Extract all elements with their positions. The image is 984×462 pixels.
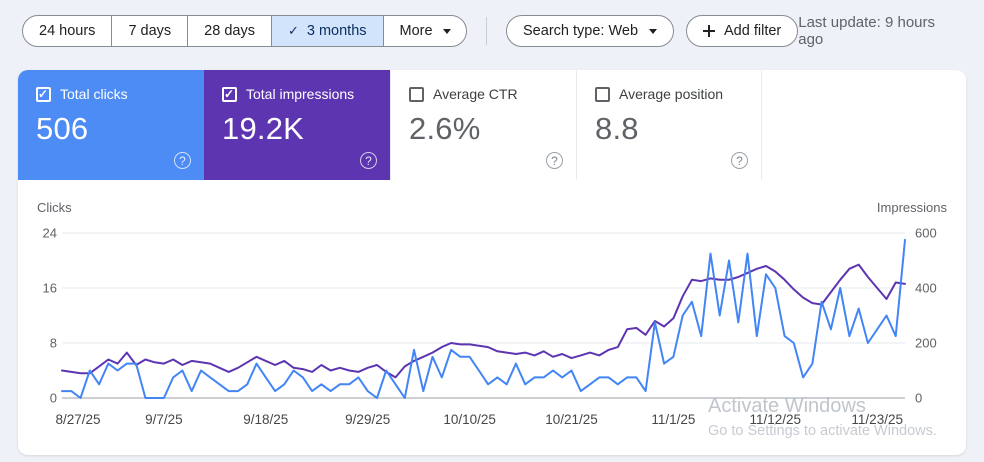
date-range-label: 28 days [204, 23, 255, 39]
svg-text:11/23/25: 11/23/25 [851, 412, 903, 427]
date-range-label: 3 months [306, 23, 367, 39]
metric-tile[interactable]: Total clicks 506 [18, 70, 204, 180]
metric-label: Average CTR [433, 86, 518, 102]
help-icon[interactable] [546, 152, 563, 169]
filter-bar: ✓ 24 hours ✓ 7 days ✓ 28 days ✓ 3 months… [0, 0, 984, 48]
add-filter-label: Add filter [724, 23, 782, 39]
metric-value: 19.2K [222, 111, 305, 146]
date-range-3-months[interactable]: ✓ 3 months [270, 16, 383, 46]
date-range-more-button[interactable]: More [382, 16, 466, 46]
help-icon[interactable] [174, 152, 191, 169]
svg-text:11/12/25: 11/12/25 [750, 412, 802, 427]
help-icon[interactable] [360, 152, 377, 169]
metric-tiles: Total clicks 506 Total impressions 19.2K… [18, 70, 966, 180]
search-type-label: Search type: Web [523, 23, 639, 39]
total-impressions-checkbox[interactable] [222, 86, 237, 102]
metric-label: Total clicks [60, 86, 128, 102]
svg-text:Clicks: Clicks [37, 200, 72, 215]
svg-text:10/21/25: 10/21/25 [545, 412, 598, 427]
date-range-label: 7 days [128, 23, 172, 39]
chevron-down-icon [442, 28, 451, 34]
average-ctr-checkbox[interactable] [409, 86, 424, 102]
svg-text:10/10/25: 10/10/25 [443, 412, 496, 427]
search-type-dropdown[interactable]: Search type: Web [506, 15, 675, 47]
help-icon[interactable] [731, 152, 748, 169]
metric-value: 8.8 [595, 111, 639, 146]
plus-icon [703, 25, 716, 37]
average-position-checkbox[interactable] [595, 86, 610, 102]
metric-tile[interactable]: Average position 8.8 [576, 70, 762, 180]
metric-label: Average position [619, 86, 724, 102]
svg-text:0: 0 [915, 391, 922, 406]
check-icon: ✓ [287, 23, 299, 38]
chevron-down-icon [649, 28, 658, 34]
svg-text:8/27/25: 8/27/25 [55, 412, 100, 427]
svg-text:Impressions: Impressions [877, 200, 948, 215]
add-filter-button[interactable]: Add filter [686, 15, 799, 47]
total-clicks-checkbox[interactable] [36, 86, 51, 102]
svg-text:200: 200 [915, 336, 937, 351]
svg-text:0: 0 [50, 391, 57, 406]
svg-text:9/29/25: 9/29/25 [345, 412, 390, 427]
svg-text:9/7/25: 9/7/25 [145, 412, 183, 427]
metric-tile[interactable]: Total impressions 19.2K [204, 70, 390, 180]
svg-text:400: 400 [915, 281, 937, 296]
metric-value: 506 [36, 111, 89, 146]
toolbar-divider [486, 17, 488, 45]
date-range-selector: ✓ 24 hours ✓ 7 days ✓ 28 days ✓ 3 months… [22, 15, 468, 47]
svg-text:8: 8 [50, 336, 57, 351]
performance-chart[interactable]: 0 8 16 24 0 200 400 600 Clicks Impressions 8/27/25… [18, 195, 966, 445]
metric-tile[interactable]: Average CTR 2.6% [390, 70, 576, 180]
more-label: More [399, 23, 433, 39]
svg-text:11/1/25: 11/1/25 [651, 412, 695, 427]
performance-chart-svg[interactable]: 0 8 16 24 0 200 400 600 Clicks Impressions 8/27/25… [18, 195, 966, 445]
date-range-7-days[interactable]: ✓ 7 days [111, 16, 187, 46]
metric-value: 2.6% [409, 111, 481, 146]
date-range-28-days[interactable]: ✓ 28 days [187, 16, 271, 46]
last-update-text: Last update: 9 hours ago [798, 14, 936, 48]
svg-text:9/18/25: 9/18/25 [243, 412, 288, 427]
svg-text:600: 600 [915, 226, 937, 241]
date-range-24-hours[interactable]: ✓ 24 hours [23, 16, 111, 46]
svg-text:24: 24 [43, 226, 57, 241]
metric-label: Total impressions [246, 86, 355, 102]
date-range-label: 24 hours [39, 23, 96, 39]
svg-text:16: 16 [43, 281, 57, 296]
performance-card: Total clicks 506 Total impressions 19.2K… [18, 70, 966, 455]
